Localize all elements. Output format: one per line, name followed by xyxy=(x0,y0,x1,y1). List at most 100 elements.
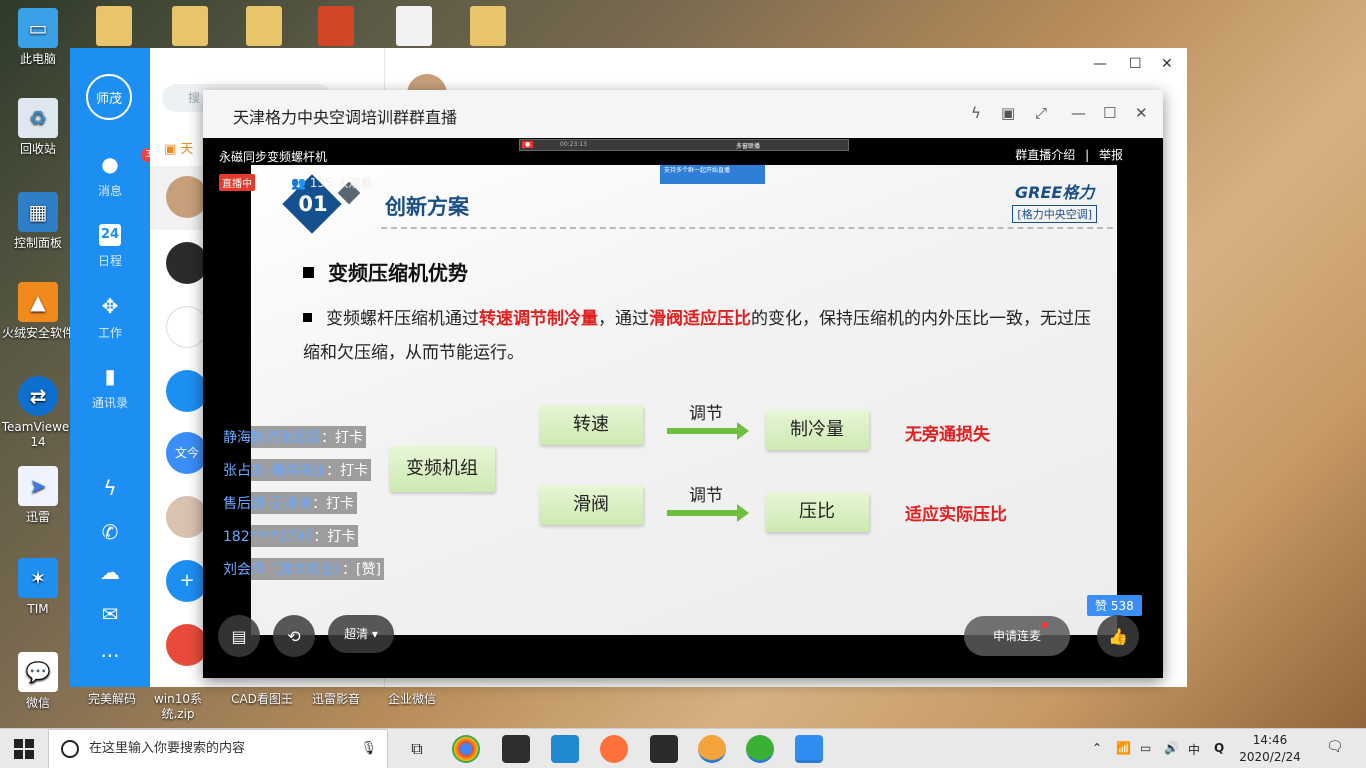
gift-avatar xyxy=(166,624,208,666)
user-avatar[interactable]: 师茂 xyxy=(86,74,132,120)
link-mic-label: 申请连麦 xyxy=(992,629,1041,643)
nav-mail[interactable]: ✉ xyxy=(70,602,150,632)
chat-sender: 张占友-融海伟业 xyxy=(223,463,327,479)
folder-photoshop-icon[interactable] xyxy=(172,6,208,46)
folder-icon[interactable] xyxy=(96,6,132,46)
top-links: 群直播介绍 | 举报 xyxy=(1015,148,1123,162)
notification-icon[interactable]: 🗨 xyxy=(1326,739,1344,755)
chat-toggle-icon[interactable]: ▤ xyxy=(218,615,260,657)
pip-icon[interactable]: ▣ xyxy=(1001,104,1015,122)
firefox-icon[interactable] xyxy=(600,735,628,763)
desktop-icon-control-panel[interactable]: ▦ 控制面板 xyxy=(0,192,76,251)
para-text: 变频螺杆压缩机通过 xyxy=(326,309,479,329)
powerpoint-icon[interactable] xyxy=(318,6,354,46)
desktop-icon-huorong[interactable]: ▲ 火绒安全软件 xyxy=(0,282,76,341)
nav-calendar[interactable]: 24 日程 xyxy=(70,224,150,269)
people-icon: 👥 xyxy=(291,176,310,190)
desktop-icon-this-pc[interactable]: ▭ 此电脑 xyxy=(0,8,76,67)
vscode-icon[interactable] xyxy=(551,735,579,763)
result-label: 适应实际压比 xyxy=(905,505,1007,525)
record-toolbar: ● 00:23:13 多窗联播 xyxy=(519,139,849,151)
wechat-icon[interactable] xyxy=(746,735,774,763)
intro-link[interactable]: 群直播介绍 xyxy=(1015,148,1075,162)
desktop-icon-label: TIM xyxy=(27,602,49,616)
heading-text: 变频压缩机优势 xyxy=(328,261,468,285)
desktop-icon-teamviewer[interactable]: ⇄ TeamViewer 14 xyxy=(0,376,76,450)
nav-cloud[interactable]: ☁ xyxy=(70,560,150,590)
chat-text: ：打卡 xyxy=(313,529,356,545)
chat-message: 182****2797：打卡 xyxy=(220,525,359,547)
quality-select[interactable]: 超清 ▾ xyxy=(328,615,394,653)
add-user-icon: + xyxy=(166,560,208,602)
nav-label: 工作 xyxy=(97,326,122,340)
maximize-icon[interactable]: ☐ xyxy=(1103,104,1116,122)
taskbar-search-input[interactable]: 在这里输入你要搜索的内容 🎙 xyxy=(48,729,388,768)
tim-icon[interactable] xyxy=(795,735,823,763)
ime-indicator[interactable]: 中 xyxy=(1188,741,1200,758)
nav-contacts[interactable]: ▮ 通讯录 xyxy=(70,364,150,411)
nav-messages[interactable]: ●31 消息 xyxy=(70,148,162,199)
desktop-label-wework[interactable]: 企业微信 xyxy=(374,692,450,707)
close-icon[interactable]: ✕ xyxy=(1135,104,1148,122)
fullscreen-icon[interactable]: ⤢ xyxy=(1035,104,1047,122)
terminal-icon[interactable] xyxy=(650,735,678,763)
network-icon[interactable]: 📶 xyxy=(1116,741,1131,755)
nav-label: 消息 xyxy=(97,184,122,198)
avatar xyxy=(166,496,208,538)
rotate-icon[interactable]: ⟲ xyxy=(273,615,315,657)
desktop-label-cad[interactable]: CAD看图王 xyxy=(224,692,300,707)
desktop-icon-wechat[interactable]: 💬 微信 xyxy=(0,652,76,711)
para-highlight: 转速调节制冷量 xyxy=(479,309,598,329)
folder-zip-icon[interactable] xyxy=(246,6,282,46)
minimize-icon[interactable]: — xyxy=(1093,56,1107,72)
bullet-square-icon xyxy=(303,313,312,322)
speaker-app-icon[interactable] xyxy=(698,735,726,763)
cortana-icon xyxy=(61,740,79,758)
recycle-bin-icon: ♻ xyxy=(18,98,58,138)
chat-text: ：打卡 xyxy=(326,463,369,479)
stream-name: 永磁同步变频螺杆机 xyxy=(219,150,328,164)
result-label: 无旁通损失 xyxy=(905,425,990,445)
maximize-icon[interactable]: ☐ xyxy=(1129,56,1142,72)
text-document-icon[interactable] xyxy=(396,6,432,46)
thumbs-up-icon[interactable]: 👍 xyxy=(1097,615,1139,657)
minimize-icon[interactable]: — xyxy=(1071,104,1086,122)
desktop-icon-recycle-bin[interactable]: ♻ 回收站 xyxy=(0,98,76,157)
battery-icon[interactable]: ▭ xyxy=(1140,741,1151,755)
close-icon[interactable]: ✕ xyxy=(1161,56,1173,72)
chat-sender: 刘会萍（源丰实业） xyxy=(223,562,342,578)
chat-text: ：打卡 xyxy=(321,430,363,446)
pinned-group-row[interactable]: ▣ 天 xyxy=(164,138,193,157)
nav-phone[interactable]: ✆ xyxy=(70,520,150,550)
task-view-icon[interactable]: ⧉ xyxy=(403,735,431,763)
nav-label: 通讯录 xyxy=(91,396,128,410)
report-link[interactable]: 举报 xyxy=(1099,148,1123,162)
chrome-icon[interactable] xyxy=(452,735,480,763)
cloud-icon: ☁ xyxy=(100,560,120,584)
windows-start-icon[interactable] xyxy=(14,739,34,759)
wechat-icon: 💬 xyxy=(18,652,58,692)
link-mic-button[interactable]: 申请连麦 xyxy=(964,616,1070,656)
volume-icon[interactable]: 🔊 xyxy=(1164,741,1179,755)
desktop-label-xunlei-player[interactable]: 迅雷影音 xyxy=(298,692,374,707)
desktop-icon-xunlei[interactable]: ➤ 迅雷 xyxy=(0,466,76,525)
divider xyxy=(381,227,1113,229)
lightning-icon[interactable]: ϟ xyxy=(971,104,981,122)
nav-lightning[interactable]: ϟ xyxy=(70,476,150,506)
tray-expand-icon[interactable]: ⌃ xyxy=(1092,741,1102,755)
microphone-icon[interactable]: 🎙 xyxy=(360,730,377,768)
desktop-icon-label: 迅雷影音 xyxy=(311,692,360,706)
teamviewer-icon: ⇄ xyxy=(18,376,58,416)
desktop-label-win10zip[interactable]: win10系统.zip xyxy=(138,692,218,722)
para-highlight: 滑阀适应压比 xyxy=(649,309,751,329)
desktop-icon-tim[interactable]: ✶ TIM xyxy=(0,558,76,617)
nav-more[interactable]: ··· xyxy=(70,644,150,674)
system-clock[interactable]: 14:46 2020/2/24 xyxy=(1238,732,1302,766)
nav-work[interactable]: ✥ 工作 xyxy=(70,294,150,341)
search-placeholder: 在这里输入你要搜索的内容 xyxy=(89,741,246,756)
caret-down-icon: ▾ xyxy=(371,627,378,641)
folder-icon[interactable] xyxy=(470,6,506,46)
chat-message: 刘会萍（源丰实业）：[赞] xyxy=(220,558,384,580)
git-icon[interactable] xyxy=(502,735,530,763)
ime-q-icon[interactable]: Q xyxy=(1214,741,1224,755)
